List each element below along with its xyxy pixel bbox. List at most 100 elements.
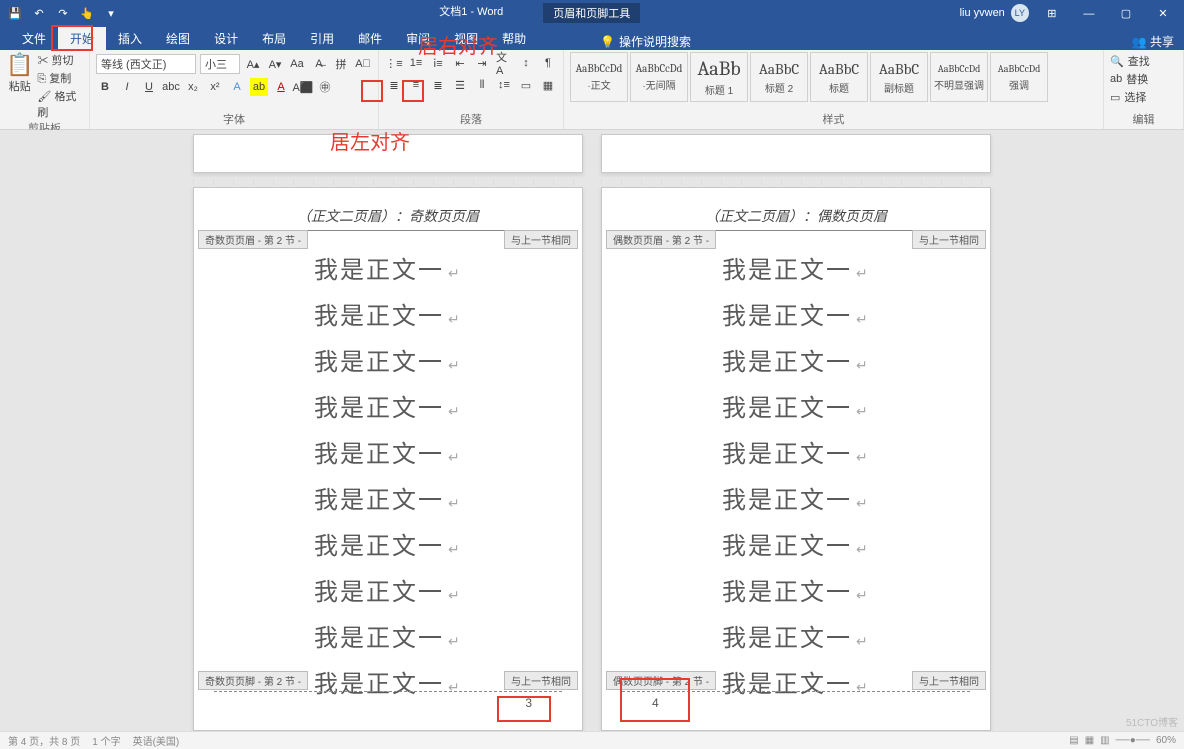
undo-icon[interactable]: ↶ <box>30 7 48 20</box>
select-button[interactable]: ▭选择 <box>1110 88 1177 106</box>
zoom-slider[interactable]: ──●── <box>1116 735 1150 746</box>
body-line: 我是正文一↵ <box>722 387 990 433</box>
page-number[interactable]: 3 <box>525 690 532 716</box>
highlight-icon[interactable]: ab <box>250 78 268 96</box>
tab-help[interactable]: 帮助 <box>490 27 538 50</box>
paste-button[interactable]: 📋 粘贴 <box>6 52 33 120</box>
change-case-icon[interactable]: Aa <box>288 55 306 73</box>
bold-button[interactable]: B <box>96 78 114 96</box>
format-painter-button[interactable]: 🖌 格式刷 <box>37 88 83 120</box>
tab-draw[interactable]: 绘图 <box>154 27 202 50</box>
superscript-button[interactable]: x² <box>206 78 224 96</box>
touch-mode-icon[interactable]: 👆 <box>78 7 96 20</box>
align-center-button[interactable]: ≡ <box>407 76 425 94</box>
char-border-icon[interactable]: A⃞ <box>354 55 372 73</box>
show-marks-icon[interactable]: ¶ <box>539 54 557 72</box>
enclose-char-icon[interactable]: ㊥ <box>316 78 334 96</box>
view-web-icon[interactable]: ▥ <box>1100 735 1109 746</box>
justify-button[interactable]: ☰ <box>451 76 469 94</box>
cut-button[interactable]: ✂ 剪切 <box>37 52 83 68</box>
share-button[interactable]: 👥 共享 <box>1132 33 1174 50</box>
group-styles: AaBbCcDd·正文AaBbCcDd·无间隔AaBb标题 1AaBbC标题 2… <box>564 50 1104 129</box>
tell-me-search[interactable]: 💡 操作说明搜索 <box>600 33 691 50</box>
status-lang[interactable]: 英语(美国) <box>133 733 180 748</box>
style-item[interactable]: AaBbCcDd·正文 <box>570 52 628 102</box>
style-item[interactable]: AaBbCcDd不明显强调 <box>930 52 988 102</box>
decrease-font-icon[interactable]: A▾ <box>266 55 284 73</box>
increase-indent-icon[interactable]: ⇥ <box>473 54 491 72</box>
font-color-icon[interactable]: A <box>272 78 290 96</box>
search-icon: 🔍 <box>1110 55 1124 68</box>
tab-view[interactable]: 视图 <box>442 27 490 50</box>
window-title: 文档1 - Word 页眉和页脚工具 <box>120 3 960 23</box>
tab-insert[interactable]: 插入 <box>106 27 154 50</box>
save-icon[interactable]: 💾 <box>6 7 24 20</box>
status-words[interactable]: 1 个字 <box>92 733 120 748</box>
minimize-icon[interactable]: — <box>1072 8 1106 20</box>
distributed-button[interactable]: ⫴ <box>473 76 491 94</box>
replace-icon: ab <box>1110 73 1122 85</box>
style-item[interactable]: AaBbCcDd·无间隔 <box>630 52 688 102</box>
style-item[interactable]: AaBbC标题 2 <box>750 52 808 102</box>
clear-format-icon[interactable]: A̶ <box>310 55 328 73</box>
header-text[interactable]: （正文二页眉）：奇数页页眉 <box>194 188 582 226</box>
align-left-button[interactable]: ≣ <box>385 76 403 94</box>
style-item[interactable]: AaBbCcDd强调 <box>990 52 1048 102</box>
shading-icon[interactable]: ▭ <box>517 76 535 94</box>
text-effects-icon[interactable]: A <box>228 78 246 96</box>
tab-mailings[interactable]: 邮件 <box>346 27 394 50</box>
page-number[interactable]: 4 <box>652 690 659 716</box>
font-name-combo[interactable]: 等线 (西文正) <box>96 54 196 74</box>
redo-icon[interactable]: ↷ <box>54 7 72 20</box>
tab-design[interactable]: 设计 <box>202 27 250 50</box>
body-line: 我是正文一↵ <box>314 295 582 341</box>
line-spacing-icon[interactable]: ↕≡ <box>495 76 513 94</box>
style-item[interactable]: AaBbC标题 <box>810 52 868 102</box>
tab-review[interactable]: 审阅 <box>394 27 442 50</box>
close-icon[interactable]: ✕ <box>1146 7 1180 20</box>
phonetic-guide-icon[interactable]: 拼 <box>332 55 350 73</box>
view-print-icon[interactable]: ▦ <box>1085 735 1094 746</box>
decrease-indent-icon[interactable]: ⇤ <box>451 54 469 72</box>
underline-button[interactable]: U <box>140 78 158 96</box>
document-canvas[interactable]: （正文二页眉）：奇数页页眉 奇数页页眉 - 第 2 节 - 与上一节相同 我是正… <box>0 130 1184 731</box>
asian-layout-icon[interactable]: 文A <box>495 54 513 72</box>
char-shading-icon[interactable]: A⬛ <box>294 78 312 96</box>
footer-rule <box>622 691 970 692</box>
increase-font-icon[interactable]: A▴ <box>244 55 262 73</box>
tab-references[interactable]: 引用 <box>298 27 346 50</box>
style-item[interactable]: AaBbC副标题 <box>870 52 928 102</box>
tab-layout[interactable]: 布局 <box>250 27 298 50</box>
header-text[interactable]: （正文二页眉）：偶数页页眉 <box>602 188 990 226</box>
copy-button[interactable]: ⎘ 复制 <box>37 70 83 86</box>
find-button[interactable]: 🔍查找 <box>1110 52 1177 70</box>
tab-home[interactable]: 开始 <box>58 27 106 50</box>
strike-button[interactable]: abc <box>162 78 180 96</box>
multilevel-icon[interactable]: ⅰ≡ <box>429 54 447 72</box>
numbering-icon[interactable]: 1≡ <box>407 54 425 72</box>
font-size-combo[interactable]: 小三 <box>200 54 240 74</box>
italic-button[interactable]: I <box>118 78 136 96</box>
group-label: 编辑 <box>1110 111 1177 129</box>
horizontal-ruler[interactable] <box>601 179 991 185</box>
view-read-icon[interactable]: ▤ <box>1069 735 1078 746</box>
align-right-button[interactable]: ≣ <box>429 76 447 94</box>
bullets-icon[interactable]: ⋮≡ <box>385 54 403 72</box>
maximize-icon[interactable]: ▢ <box>1109 7 1143 20</box>
style-item[interactable]: AaBb标题 1 <box>690 52 748 102</box>
sort-icon[interactable]: ↕ <box>517 54 535 72</box>
page-even: （正文二页眉）：偶数页页眉 偶数页页眉 - 第 2 节 - 与上一节相同 我是正… <box>601 187 991 731</box>
qat-more-icon[interactable]: ▾ <box>102 7 120 20</box>
cursor-icon: ▭ <box>1110 91 1120 104</box>
ribbon-display-icon[interactable]: ⊞ <box>1035 7 1069 20</box>
body-line: 我是正文一↵ <box>314 433 582 479</box>
subscript-button[interactable]: x₂ <box>184 78 202 96</box>
avatar[interactable]: LY <box>1011 4 1029 22</box>
borders-icon[interactable]: ▦ <box>539 76 557 94</box>
brush-icon: 🖌 <box>37 91 51 103</box>
replace-button[interactable]: ab替换 <box>1110 70 1177 88</box>
status-page[interactable]: 第 4 页，共 8 页 <box>8 733 80 748</box>
horizontal-ruler[interactable] <box>193 179 583 185</box>
zoom-level[interactable]: 60% <box>1156 735 1176 746</box>
tab-file[interactable]: 文件 <box>10 27 58 50</box>
